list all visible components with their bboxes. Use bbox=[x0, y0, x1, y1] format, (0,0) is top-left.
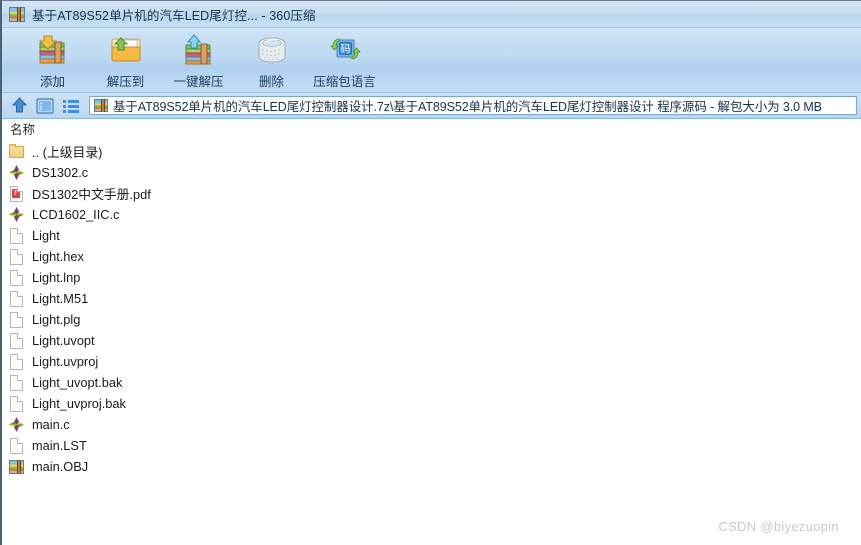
navigation-bar: 基于AT89S52单片机的汽车LED尾灯控制器设计.7z\基于AT89S52单片… bbox=[2, 93, 861, 119]
extract-to-folder-icon bbox=[107, 32, 145, 69]
watermark: CSDN @biyezuopin bbox=[718, 519, 839, 534]
list-item[interactable]: Light.hex bbox=[2, 246, 861, 267]
archive-icon bbox=[9, 6, 25, 22]
file-name: Light bbox=[32, 228, 60, 243]
list-item[interactable]: main.c bbox=[2, 414, 861, 435]
file-name: .. (上级目录) bbox=[32, 145, 103, 160]
list-item[interactable]: main.OBJ bbox=[2, 456, 861, 477]
list-item[interactable]: Light.plg bbox=[2, 309, 861, 330]
list-item[interactable]: Light.uvproj bbox=[2, 351, 861, 372]
add-button-label: 添加 bbox=[39, 75, 65, 89]
generic-file-icon bbox=[8, 395, 25, 412]
delete-button-label: 删除 bbox=[258, 75, 284, 89]
c-source-icon bbox=[8, 164, 25, 181]
list-view-icon[interactable] bbox=[60, 96, 82, 116]
file-name: Light.lnp bbox=[32, 270, 81, 285]
one-click-extract-button-label: 一键解压 bbox=[173, 75, 224, 89]
list-item[interactable]: DS1302.c bbox=[2, 162, 861, 183]
file-name: Light.M51 bbox=[32, 291, 89, 306]
file-list[interactable]: .. (上级目录) DS1302.c P DS1302中文手册.pdf LCD1… bbox=[2, 139, 861, 477]
list-item[interactable]: Light_uvproj.bak bbox=[2, 393, 861, 414]
generic-file-icon bbox=[8, 227, 25, 244]
file-name: Light.plg bbox=[32, 312, 81, 327]
generic-file-icon bbox=[8, 332, 25, 349]
folder-icon bbox=[8, 143, 25, 160]
list-item[interactable]: main.LST bbox=[2, 435, 861, 456]
file-name: DS1302.c bbox=[32, 165, 89, 180]
list-item[interactable]: Light.uvopt bbox=[2, 330, 861, 351]
generic-file-icon bbox=[8, 374, 25, 391]
path-breadcrumb[interactable]: 基于AT89S52单片机的汽车LED尾灯控制器设计.7z\基于AT89S52单片… bbox=[89, 96, 857, 115]
generic-file-icon bbox=[8, 248, 25, 265]
pdf-icon: P bbox=[8, 185, 25, 202]
file-name: Light_uvproj.bak bbox=[32, 396, 126, 411]
file-name: Light_uvopt.bak bbox=[32, 375, 123, 390]
window-title: 基于AT89S52单片机的汽车LED尾灯控... - 360压缩 bbox=[32, 8, 316, 23]
up-arrow-icon[interactable] bbox=[8, 96, 30, 116]
one-click-extract-icon bbox=[180, 32, 218, 69]
list-item[interactable]: P DS1302中文手册.pdf bbox=[2, 183, 861, 204]
file-name: LCD1602_IIC.c bbox=[32, 207, 120, 222]
list-item[interactable]: Light bbox=[2, 225, 861, 246]
c-source-icon bbox=[8, 206, 25, 223]
preview-pane-icon[interactable] bbox=[34, 96, 56, 116]
generic-file-icon bbox=[8, 437, 25, 454]
title-bar: 基于AT89S52单片机的汽车LED尾灯控... - 360压缩 bbox=[2, 1, 861, 28]
list-item[interactable]: LCD1602_IIC.c bbox=[2, 204, 861, 225]
generic-file-icon bbox=[8, 311, 25, 328]
path-text: 基于AT89S52单片机的汽车LED尾灯控制器设计.7z\基于AT89S52单片… bbox=[113, 100, 822, 114]
archive-icon bbox=[94, 99, 108, 112]
list-item[interactable]: Light.lnp bbox=[2, 267, 861, 288]
archive-language-button[interactable]: 码 压缩包语言 bbox=[308, 32, 381, 90]
file-name: Light.hex bbox=[32, 249, 84, 264]
generic-file-icon bbox=[8, 353, 25, 370]
file-name: Light.uvproj bbox=[32, 354, 99, 369]
column-header-row: 名称 bbox=[2, 119, 861, 139]
archive-language-icon: 码 bbox=[326, 32, 364, 69]
file-name: Light.uvopt bbox=[32, 333, 95, 348]
add-to-archive-icon bbox=[34, 32, 72, 69]
archive-icon bbox=[8, 458, 25, 475]
c-source-icon bbox=[8, 416, 25, 433]
column-header-name: 名称 bbox=[10, 123, 36, 137]
file-name: main.LST bbox=[32, 438, 87, 453]
zip-application-window: 基于AT89S52单片机的汽车LED尾灯控... - 360压缩 添加 解压到 … bbox=[0, 0, 861, 545]
list-item[interactable]: Light_uvopt.bak bbox=[2, 372, 861, 393]
main-toolbar: 添加 解压到 一键解压 删除 码 压缩包语言 bbox=[2, 28, 861, 93]
extract-to-button[interactable]: 解压到 bbox=[89, 32, 162, 90]
extract-to-button-label: 解压到 bbox=[106, 75, 145, 89]
file-name: DS1302中文手册.pdf bbox=[32, 187, 151, 202]
archive-language-button-label: 压缩包语言 bbox=[313, 75, 376, 89]
list-item[interactable]: .. (上级目录) bbox=[2, 141, 861, 162]
file-name: main.OBJ bbox=[32, 459, 89, 474]
generic-file-icon bbox=[8, 290, 25, 307]
delete-button[interactable]: 删除 bbox=[235, 32, 308, 90]
svg-text:码: 码 bbox=[340, 43, 350, 55]
one-click-extract-button[interactable]: 一键解压 bbox=[162, 32, 235, 90]
trash-can-icon bbox=[253, 32, 291, 69]
add-button[interactable]: 添加 bbox=[16, 32, 89, 90]
generic-file-icon bbox=[8, 269, 25, 286]
file-name: main.c bbox=[32, 417, 70, 432]
list-item[interactable]: Light.M51 bbox=[2, 288, 861, 309]
